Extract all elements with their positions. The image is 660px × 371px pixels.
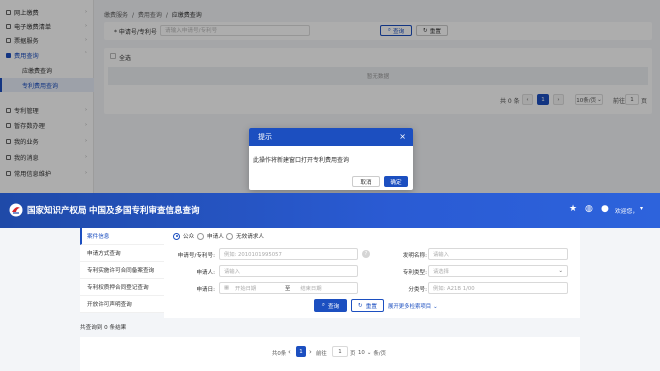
prev-page-icon[interactable]: ‹ xyxy=(288,348,291,356)
dialog-ok-button[interactable]: 确定 xyxy=(384,176,408,187)
confirm-dialog: 提示 × 此操作将新建窗口打开专利费用查询 取消 确定 xyxy=(249,128,413,190)
invention-name-label: 发明名称: xyxy=(402,253,427,259)
refresh-icon: ↻ xyxy=(358,302,363,309)
date-separator: 至 xyxy=(285,286,291,292)
invention-name-input[interactable]: 请输入 xyxy=(428,248,568,260)
close-icon[interactable]: × xyxy=(399,132,406,141)
radio-dot xyxy=(173,232,180,240)
search-icon: ⌕ xyxy=(321,302,325,308)
globe-icon[interactable]: ◍ xyxy=(585,204,593,214)
app-no-label: 申请号/专利号: xyxy=(177,253,215,259)
app-header: 国家知识产权局 中国及多国专利审查信息查询 ★ ◍ ● 欢迎您， ▾ xyxy=(0,193,660,228)
filing-date-range[interactable]: ▦ 开始日期 至 结束日期 xyxy=(219,282,358,294)
tab-license-filing[interactable]: 专利实施许可合同备案查询 xyxy=(80,262,164,279)
dialog-cancel-button[interactable]: 取消 xyxy=(352,176,380,187)
radio-dot xyxy=(226,232,233,240)
chevron-down-icon: ⌄ xyxy=(558,268,563,274)
tab-case-info[interactable]: 案件信息 xyxy=(80,228,164,245)
class-no-input[interactable]: 例如: A21B 1/00 xyxy=(428,282,568,294)
dialog-header: 提示 × xyxy=(249,128,413,146)
welcome-text: 欢迎您， xyxy=(615,209,639,215)
system-title: 中国及多国专利审查信息查询 xyxy=(89,206,200,216)
goto-page-unit: 页 xyxy=(350,351,356,357)
next-page-icon[interactable]: › xyxy=(309,348,312,356)
filing-date-label: 申请日: xyxy=(196,287,215,293)
app-no-input[interactable]: 例如: 2010101995057 xyxy=(219,248,358,260)
reset-button[interactable]: ↻ 重置 xyxy=(351,299,384,312)
dialog-message: 此操作将新建窗口打开专利费用查询 xyxy=(253,157,350,164)
star-icon[interactable]: ★ xyxy=(569,204,577,214)
chevron-down-icon: ⌄ xyxy=(433,304,438,310)
search-button[interactable]: ⌕ 查询 xyxy=(314,299,347,312)
radio-public[interactable]: 公众 xyxy=(173,232,194,240)
expand-more-link[interactable]: 展开更多检索项目 ⌄ xyxy=(388,302,438,310)
cnipa-logo-icon xyxy=(9,203,23,217)
radio-invalidation-requester[interactable]: 无效请求人 xyxy=(226,232,264,240)
radio-applicant[interactable]: 申请人 xyxy=(197,232,224,240)
class-no-label: 分类号: xyxy=(408,287,427,293)
tab-pledge-registration[interactable]: 专利权质押合同登记查询 xyxy=(80,279,164,296)
help-icon[interactable]: ? xyxy=(362,250,370,258)
goto-input[interactable]: 1 xyxy=(332,346,348,357)
applicant-label: 申请人: xyxy=(196,270,215,276)
user-icon[interactable]: ● xyxy=(601,204,609,214)
page-size-select[interactable]: 10 ⌄ 条/页 xyxy=(358,349,386,357)
org-name: 国家知识产权局 xyxy=(27,206,87,216)
fee-system-screenshot: 网上缴费 › 电子缴费清单 › 票据服务 › 费用查询 ˆ 应缴费查询 专利费用查询 专… xyxy=(0,0,660,193)
tab-application-method[interactable]: 申请方式查询 xyxy=(80,245,164,262)
applicant-input[interactable]: 请输入 xyxy=(219,265,358,277)
radio-dot xyxy=(197,232,204,240)
date-start: 开始日期 xyxy=(235,286,257,292)
tab-open-license[interactable]: 开放许可声明查询 xyxy=(80,296,164,313)
chevron-down-icon[interactable]: ▾ xyxy=(640,205,643,212)
result-count: 共查询到 0 条结果 xyxy=(80,325,127,331)
goto-label: 前往 xyxy=(316,351,327,357)
query-tabs: 案件信息 申请方式查询 专利实施许可合同备案查询 专利权质押合同登记查询 开放许… xyxy=(80,228,164,313)
page-1-button[interactable]: 1 xyxy=(296,346,306,357)
chevron-down-icon: ⌄ xyxy=(366,350,372,356)
pagination-total: 共0条 xyxy=(272,351,287,357)
dialog-title: 提示 xyxy=(258,133,272,141)
patent-type-select[interactable]: 请选择 ⌄ xyxy=(428,265,568,277)
date-end: 结束日期 xyxy=(300,286,322,292)
results-panel: 共0条 ‹ 1 › 前往 1 页 10 ⌄ 条/页 xyxy=(80,337,580,371)
calendar-icon: ▦ xyxy=(224,285,230,291)
patent-type-label: 专利类型: xyxy=(402,270,427,276)
